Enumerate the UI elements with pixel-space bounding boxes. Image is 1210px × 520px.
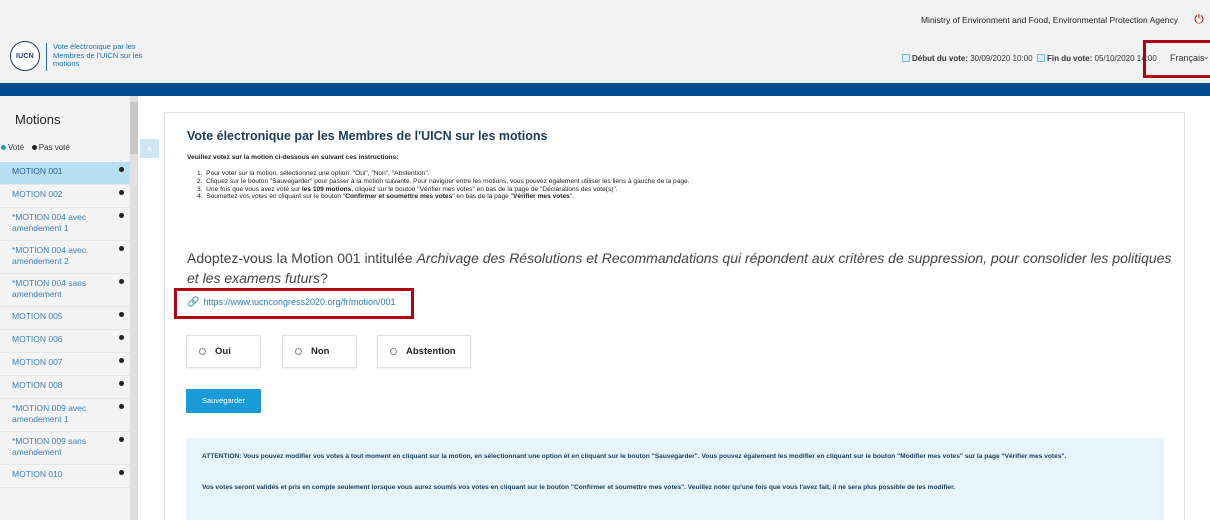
not-voted-dot-icon	[31, 145, 37, 150]
sidebar-item-label: MOTION 005	[12, 311, 63, 321]
language-select[interactable]: Français	[1170, 53, 1205, 63]
sidebar-item-label: MOTION 006	[12, 334, 63, 344]
sidebar-item-label: MOTION 001	[12, 166, 63, 176]
instruction-item: 3. Une fois que vous avez voté sur les 1…	[197, 185, 618, 193]
sidebar-item-motion-009-a1[interactable]: *MOTION 009 avec amendement 1	[0, 399, 130, 432]
sidebar-item-motion-002[interactable]: MOTION 002	[0, 185, 130, 208]
attention-alert	[186, 438, 1164, 520]
sidebar-item-motion-005[interactable]: MOTION 005	[0, 307, 130, 330]
option-abstain[interactable]: Abstention	[377, 335, 471, 368]
sidebar-scrollbar[interactable]	[130, 96, 138, 520]
vote-start: 30/09/2020 10:00	[970, 54, 1033, 63]
sidebar-item-label: MOTION 010	[12, 469, 63, 479]
sidebar-item-label: *MOTION 009 sans amendement	[12, 436, 87, 457]
sidebar-item-label: MOTION 008	[12, 380, 63, 390]
sidebar-item-motion-006[interactable]: MOTION 006	[0, 330, 130, 353]
top-bar: Ministry of Environment and Food, Enviro…	[0, 0, 1210, 36]
motion-question: Adoptez-vous la Motion 001 intitulée Arc…	[187, 250, 1172, 286]
sidebar-item-label: *MOTION 004 avec amendement 2	[12, 245, 87, 266]
option-no[interactable]: Non	[282, 335, 357, 368]
status-dot-icon	[119, 437, 124, 442]
ministry-name: Ministry of Environment and Food, Enviro…	[920, 15, 1178, 25]
legend-not-voted: Pas voté	[38, 143, 70, 152]
sidebar-item-label: *MOTION 004 avec amendement 1	[12, 212, 87, 233]
vote-end-label: Fin du vote:	[1046, 54, 1093, 63]
sidebar-item-motion-004-sans[interactable]: *MOTION 004 sans amendement	[0, 274, 130, 307]
instructions-intro: Veuillez votez sur la motion ci-dessous …	[187, 154, 399, 161]
status-dot-icon	[119, 404, 124, 409]
option-yes[interactable]: Oui	[186, 335, 261, 368]
sidebar: Motions Voté Pas voté MOTION 001 MOTION …	[0, 96, 138, 520]
scrollbar-thumb[interactable]	[130, 102, 138, 154]
vote-start-label: Début du vote:	[912, 54, 968, 63]
sidebar-title: Motions	[15, 112, 61, 127]
radio-icon[interactable]	[390, 348, 397, 355]
sidebar-item-label: *MOTION 004 sans amendement	[12, 278, 87, 299]
power-icon[interactable]: ⏻	[1192, 12, 1206, 26]
status-dot-icon	[119, 358, 124, 363]
iucn-logo[interactable]: IUCN	[10, 41, 40, 71]
logo-text: IUCN	[16, 52, 34, 60]
chevron-down-icon[interactable]: ⌄	[1203, 52, 1210, 61]
status-dot-icon	[119, 213, 124, 218]
status-dot-icon	[119, 279, 124, 284]
sidebar-item-motion-010[interactable]: MOTION 010	[0, 465, 130, 488]
link-icon: 🔗	[187, 297, 200, 308]
sidebar-item-motion-004-a1[interactable]: *MOTION 004 avec amendement 1	[0, 208, 130, 241]
instructions-list: 1. Pour voter sur la motion, sélectionne…	[197, 170, 690, 201]
sidebar-item-label: *MOTION 009 avec amendement 1	[12, 403, 87, 424]
legend-voted: Voté	[8, 143, 25, 152]
status-dot-icon	[119, 335, 124, 340]
save-button[interactable]: Sauvegarder	[186, 389, 261, 413]
site-subtitle: Vote électronique par les Membres de l'U…	[53, 42, 143, 68]
status-dot-icon	[119, 246, 124, 251]
sidebar-item-motion-004-a2[interactable]: *MOTION 004 avec amendement 2	[0, 241, 130, 274]
page-title: Vote électronique par les Membres de l'U…	[187, 129, 548, 143]
status-dot-icon	[119, 167, 124, 172]
instruction-item: 2. Cliquez sur le bouton "Sauvegarder" p…	[197, 177, 690, 185]
instruction-item: 4. Soumettez vos votes en cliquant sur l…	[197, 193, 575, 201]
motion-list: MOTION 001 MOTION 002 *MOTION 004 avec a…	[0, 162, 130, 488]
brand-band	[0, 83, 1210, 96]
logo-divider	[46, 43, 47, 71]
status-dot-icon	[119, 381, 124, 386]
status-dot-icon	[119, 470, 124, 475]
vote-legend: Voté Pas voté	[0, 143, 70, 152]
radio-icon[interactable]	[295, 348, 302, 355]
vote-dates: Début du vote: 30/09/2020 10:00 Fin du v…	[902, 54, 1157, 63]
sidebar-item-motion-001[interactable]: MOTION 001	[0, 162, 130, 185]
alert-text-modify: ATTENTION: Vous pouvez modifier vos vote…	[202, 453, 1067, 460]
radio-icon[interactable]	[199, 348, 206, 355]
collapse-sidebar-button[interactable]: «	[140, 139, 159, 158]
voted-dot-icon	[1, 145, 6, 150]
sidebar-item-motion-009-sans[interactable]: *MOTION 009 sans amendement	[0, 432, 130, 465]
status-dot-icon	[119, 312, 124, 317]
alert-text-submit: Vos votes seront validés et pris en comp…	[202, 484, 956, 491]
sidebar-item-label: MOTION 002	[12, 189, 63, 199]
status-dot-icon	[119, 190, 124, 195]
sidebar-item-motion-007[interactable]: MOTION 007	[0, 353, 130, 376]
calendar-icon	[902, 54, 910, 62]
sidebar-item-motion-008[interactable]: MOTION 008	[0, 376, 130, 399]
sidebar-item-label: MOTION 007	[12, 357, 63, 367]
motion-link[interactable]: 🔗 https://www.iucncongress2020.org/fr/mot…	[187, 297, 396, 308]
instruction-item: 1. Pour voter sur la motion, sélectionne…	[197, 170, 430, 177]
calendar-icon	[1036, 54, 1045, 62]
